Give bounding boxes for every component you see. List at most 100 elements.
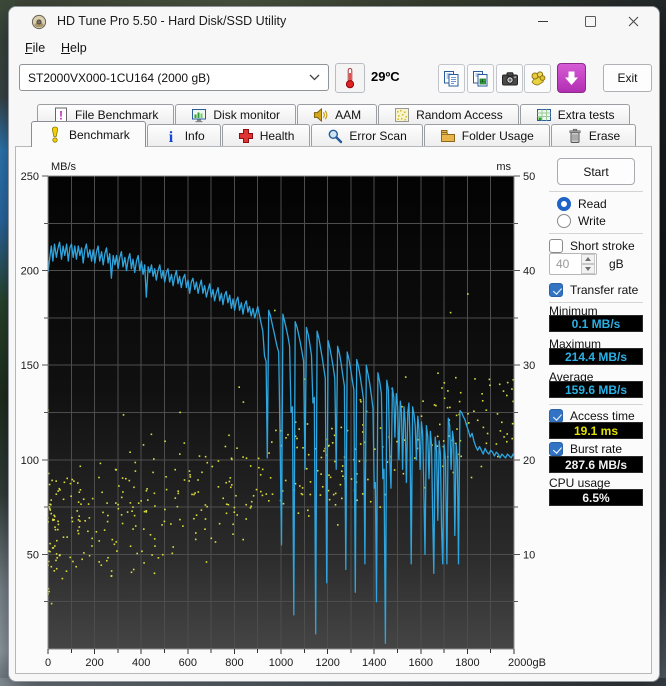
burst-rate-value: 287.6 MB/s [549,456,643,473]
short-stroke-size-stepper[interactable] [581,254,595,274]
short-stroke-unit-label: gB [609,257,624,271]
tab-label: Error Scan [349,129,407,143]
donate-button[interactable] [524,64,551,93]
cpu-usage-label: CPU usage [549,476,611,490]
maximize-button[interactable] [575,10,605,32]
svg-text:50: 50 [523,171,535,183]
burst-rate-label: Burst rate [570,442,623,456]
tab-label: Info [184,129,205,143]
separator [549,302,643,303]
read-radio-row[interactable]: Read [557,197,607,211]
svg-text:2000gB: 2000gB [508,657,546,669]
tab-error-scan[interactable]: Error Scan [311,124,423,147]
disk-monitor-icon [191,107,207,123]
screenshot-button[interactable] [496,64,523,93]
menu-item-file[interactable]: File [20,39,50,57]
copy-screenshot-button[interactable] [467,64,494,93]
hd-tune-window: HD Tune Pro 5.50 - Hard Disk/SSD Utility… [8,6,660,682]
svg-text:100: 100 [21,455,39,467]
short-stroke-row[interactable]: Short stroke [549,239,635,253]
start-button[interactable]: Start [557,158,635,185]
svg-text:1800: 1800 [455,657,479,669]
chevron-down-icon [309,74,320,81]
svg-text:i: i [168,129,173,144]
minimize-icon [538,20,548,22]
download-update-icon [565,71,578,85]
temperature-readout: 29ºC [371,69,400,84]
arrow-up-icon [585,257,591,261]
stepper-down-button[interactable] [581,264,595,274]
transfer-rate-checkbox[interactable] [549,283,563,297]
camera-icon [501,71,518,85]
folder-usage-icon [440,128,456,144]
tab-disk-monitor[interactable]: Disk monitor [175,104,297,125]
svg-text:50: 50 [27,549,39,561]
drive-select-combobox[interactable]: ST2000VX000-1CU164 (2000 gB) [19,64,329,91]
benchmark-chart: 0 200 400 600 800 1000 1200 1400 1600 1800 2000gB 2… [21,161,546,669]
read-radio[interactable] [557,197,571,211]
copy-icon [444,70,459,86]
cpu-usage-value: 6.5% [549,489,643,506]
menu-bar: File Help [9,37,659,59]
transfer-rate-row[interactable]: Transfer rate [549,283,638,297]
svg-text:30: 30 [523,360,535,372]
access-time-value: 19.1 ms [549,422,643,439]
error-scan-icon [327,128,343,144]
access-time-row[interactable]: Access time [549,409,635,423]
thermometer-icon [345,68,355,89]
svg-text:600: 600 [179,657,197,669]
svg-text:200: 200 [85,657,103,669]
tab-erase[interactable]: Erase [550,124,637,147]
svg-text:10: 10 [523,549,535,561]
tab-benchmark[interactable]: Benchmark [31,121,146,147]
tab-info[interactable]: i Info [146,124,221,147]
write-radio-row[interactable]: Write [557,214,606,228]
tab-label: Disk monitor [213,108,281,122]
svg-text:150: 150 [21,360,39,372]
short-stroke-size-value: 40 [556,257,570,271]
start-button-label: Start [583,164,609,179]
info-icon: i [163,128,179,144]
close-button[interactable] [618,10,648,32]
benchmark-icon [47,126,63,143]
menu-item-help[interactable]: Help [56,39,92,57]
maximum-value: 214.4 MB/s [549,348,643,365]
svg-text:1600: 1600 [409,657,433,669]
random-access-icon [394,107,410,123]
tab-extra-tests[interactable]: Extra tests [519,104,631,125]
transfer-rate-label: Transfer rate [570,283,639,297]
tab-health[interactable]: Health [221,124,311,147]
exit-button[interactable]: Exit [603,64,652,92]
window-title: HD Tune Pro 5.50 - Hard Disk/SSD Utility [57,14,287,28]
erase-icon [567,128,583,144]
tab-label: Health [259,129,295,143]
tab-folder-usage[interactable]: Folder Usage [423,124,550,147]
separator [549,191,643,192]
write-radio-label: Write [578,214,606,228]
svg-text:200: 200 [21,266,39,278]
burst-rate-checkbox[interactable] [549,442,563,456]
title-bar[interactable]: HD Tune Pro 5.50 - Hard Disk/SSD Utility [9,7,659,37]
tab-random-access[interactable]: Random Access [378,104,519,125]
temperature-button[interactable] [335,63,365,93]
separator [549,233,643,234]
minimize-button[interactable] [528,10,558,32]
svg-text:400: 400 [132,657,150,669]
tab-label: Extra tests [557,108,615,122]
stepper-up-button[interactable] [581,254,595,264]
tab-label: Benchmark [69,127,130,142]
svg-text:40: 40 [523,266,535,278]
burst-rate-row[interactable]: Burst rate [549,442,622,456]
access-time-checkbox[interactable] [549,409,563,423]
svg-text:1000: 1000 [269,657,293,669]
copy-button[interactable] [438,64,465,93]
tab-aam[interactable]: AAM [297,104,378,125]
write-radio[interactable] [557,214,571,228]
read-radio-label: Read [578,197,607,211]
update-download-button[interactable] [557,63,586,93]
donate-icon [531,71,545,86]
tab-label: Erase [588,129,621,143]
svg-text:20: 20 [523,455,535,467]
svg-text:1200: 1200 [315,657,339,669]
short-stroke-checkbox[interactable] [549,239,563,253]
